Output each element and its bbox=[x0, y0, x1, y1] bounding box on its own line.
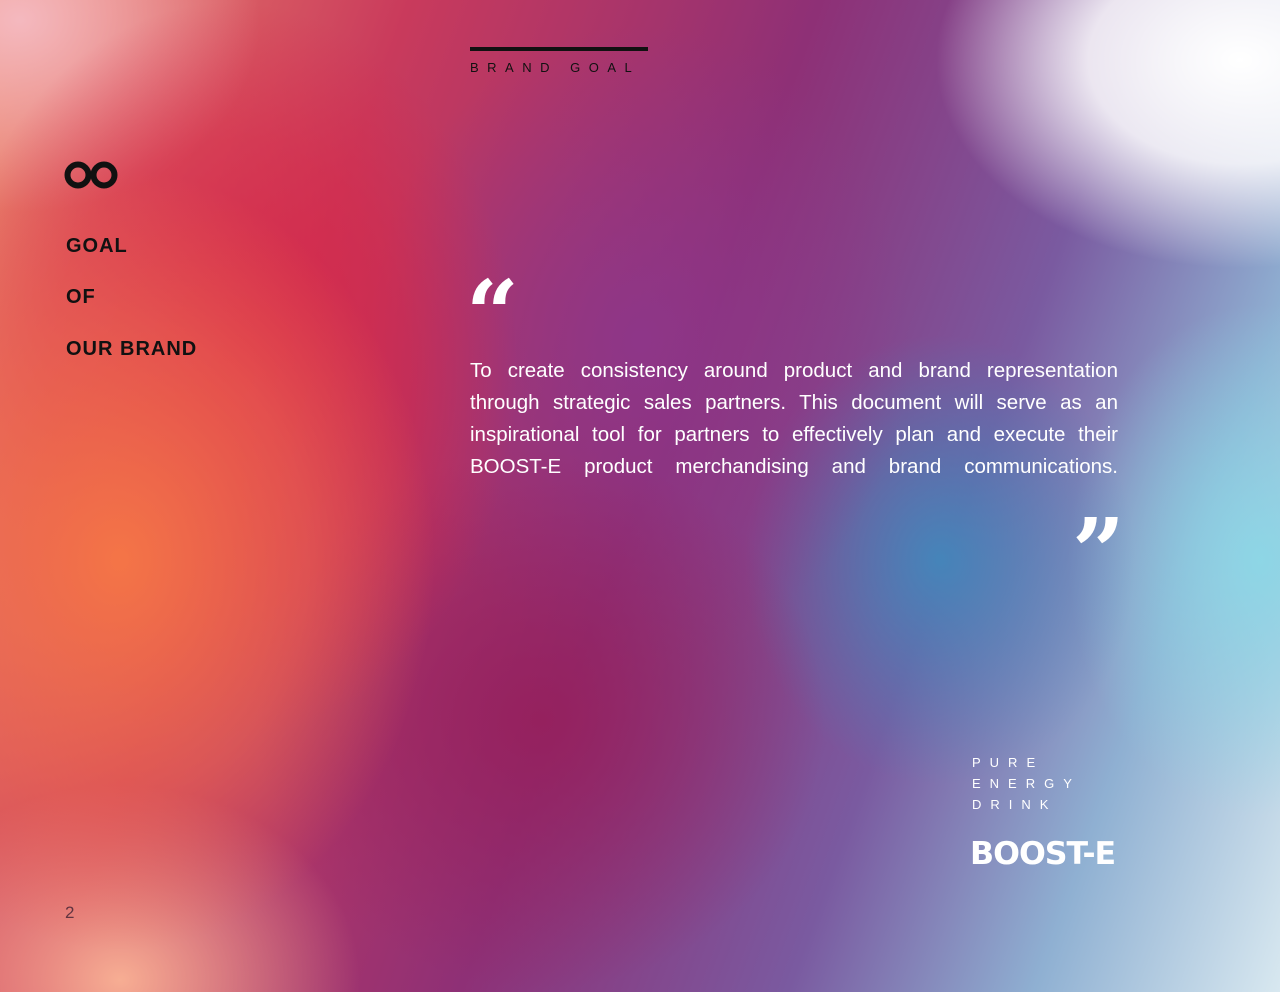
brand-wordmark-logo: BOOST-E bbox=[970, 836, 1116, 872]
open-quote-icon: “ bbox=[466, 260, 519, 368]
tagline-line-1: PURE bbox=[972, 755, 1045, 770]
side-heading-line-2: OF bbox=[66, 286, 96, 308]
tagline-line-2: ENERGY bbox=[972, 776, 1081, 791]
page-number: 2 bbox=[65, 903, 75, 922]
side-heading-line-1: GOAL bbox=[66, 235, 128, 257]
infinity-icon bbox=[64, 161, 118, 189]
section-header-label: BRAND GOAL bbox=[470, 60, 641, 75]
goal-statement: To create consistency around product and… bbox=[470, 359, 1118, 478]
brand-goal-page: BRAND GOAL GOAL OF OUR BRAND “ To create… bbox=[0, 0, 1280, 992]
side-heading-line-3: OUR BRAND bbox=[66, 338, 198, 360]
tagline-line-3: DRINK bbox=[972, 797, 1058, 812]
close-quote-icon: ” bbox=[1072, 498, 1125, 606]
header-rule bbox=[470, 47, 648, 51]
